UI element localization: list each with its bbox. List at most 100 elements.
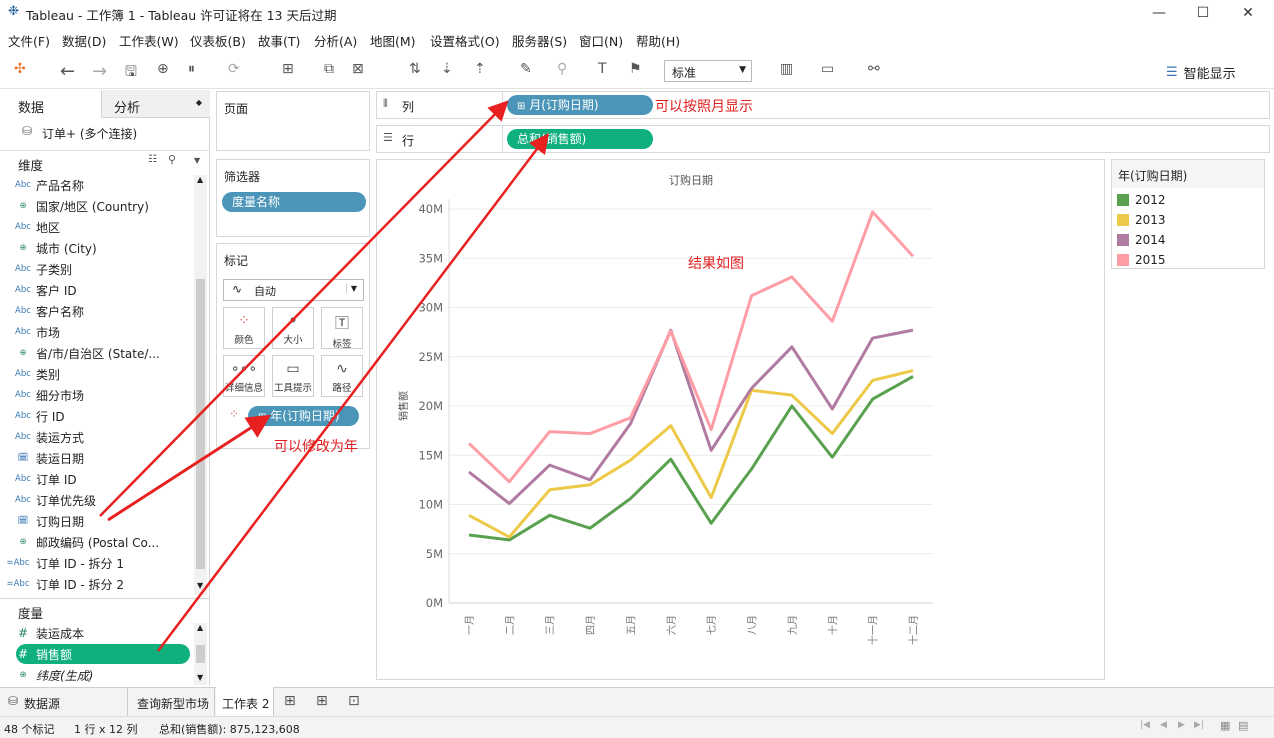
- menu-window[interactable]: 窗口(N): [579, 31, 623, 50]
- scroll-icon[interactable]: ▤: [1238, 719, 1248, 732]
- pages-card[interactable]: 页面: [216, 91, 370, 151]
- new-sheet-icon[interactable]: ⊞: [284, 693, 296, 709]
- line-chart[interactable]: 订购日期销售额 0M 5M 10M 15M 20M 25M 30M 35M 40M 一月 二月 三月 四月…: [377, 160, 1104, 679]
- highlight-icon[interactable]: ✎: [520, 61, 532, 81]
- dimension-field[interactable]: Abc 市场: [0, 322, 190, 342]
- measures-scrollbar[interactable]: ▲ ▼: [194, 623, 207, 685]
- analysis-tab[interactable]: 分析 ◆: [101, 90, 210, 118]
- grid-view-icon[interactable]: ▦: [1220, 719, 1230, 732]
- pin-icon[interactable]: ⚑: [629, 61, 642, 81]
- measure-field[interactable]: ⊕ 纬度(生成): [0, 665, 190, 685]
- dimension-field[interactable]: Abc 客户 ID: [0, 280, 190, 300]
- mark-type-select[interactable]: ∿ 自动 ▼: [223, 279, 364, 301]
- label-icon[interactable]: T: [598, 61, 607, 81]
- redo-icon[interactable]: →: [92, 61, 107, 82]
- detail-button[interactable]: ∘∘∘ 详细信息: [223, 355, 265, 397]
- dimension-field[interactable]: Abc 客户名称: [0, 301, 190, 321]
- new-datasource-icon[interactable]: ⊕: [157, 61, 169, 81]
- scroll-up-icon[interactable]: ▲: [197, 623, 203, 632]
- next-page-icon[interactable]: ▶: [1178, 720, 1185, 730]
- dimension-field[interactable]: Abc 产品名称: [0, 175, 190, 195]
- menu-dashboard[interactable]: 仪表板(B): [190, 31, 246, 50]
- data-tab[interactable]: 数据: [0, 90, 101, 118]
- menu-format[interactable]: 设置格式(O): [430, 31, 500, 50]
- dimension-field[interactable]: Abc 子类别: [0, 259, 190, 279]
- path-button[interactable]: ∿ 路径: [321, 355, 363, 397]
- undo-icon[interactable]: ←: [60, 61, 75, 82]
- legend-item[interactable]: 2014: [1112, 230, 1264, 250]
- minimize-icon[interactable]: —: [1137, 0, 1181, 26]
- fit-select[interactable]: 标准 ▼: [664, 60, 752, 82]
- size-button[interactable]: ⚬ 大小: [272, 307, 314, 349]
- show-me-button[interactable]: ☰ 智能显示: [1166, 62, 1236, 82]
- presentation-icon[interactable]: ▭: [821, 61, 834, 81]
- dimension-field[interactable]: Abc 地区: [0, 217, 190, 237]
- duplicate-sheet-icon[interactable]: ⧉: [324, 61, 334, 81]
- new-dashboard-icon[interactable]: ⊞: [316, 693, 328, 709]
- scroll-down-icon[interactable]: ▼: [197, 581, 203, 590]
- search-icon[interactable]: ⚲: [168, 153, 176, 166]
- tooltip-button[interactable]: ▭ 工具提示: [272, 355, 314, 397]
- filter-pill[interactable]: 度量名称: [222, 192, 366, 212]
- menu-file[interactable]: 文件(F): [8, 31, 50, 50]
- new-story-icon[interactable]: ⊡: [348, 693, 360, 709]
- close-icon[interactable]: ✕: [1226, 0, 1270, 26]
- scroll-up-icon[interactable]: ▲: [197, 175, 203, 184]
- share-icon[interactable]: ⚯: [868, 61, 880, 81]
- menu-analysis[interactable]: 分析(A): [314, 31, 357, 50]
- rows-pill[interactable]: 总和(销售额): [507, 129, 653, 149]
- prev-page-icon[interactable]: ◀: [1160, 720, 1167, 730]
- legend-item[interactable]: 2015: [1112, 250, 1264, 270]
- datasource-row[interactable]: ⛁ 订单+ (多个连接): [0, 122, 209, 142]
- menu-server[interactable]: 服务器(S): [512, 31, 567, 50]
- split-field[interactable]: =Abc 订单 ID - 拆分 1: [0, 553, 190, 573]
- scroll-thumb[interactable]: [196, 279, 205, 569]
- dimension-field[interactable]: Abc 装运方式: [0, 427, 190, 447]
- menu-map[interactable]: 地图(M): [370, 31, 416, 50]
- dimension-field[interactable]: Abc 细分市场: [0, 385, 190, 405]
- dimension-field[interactable]: Abc 类别: [0, 364, 190, 384]
- dimension-field[interactable]: Abc 订单优先级: [0, 490, 190, 510]
- dimension-field[interactable]: 🗓 订购日期: [0, 511, 190, 531]
- columns-pill[interactable]: ⊞ 月(订购日期): [507, 95, 653, 115]
- menu-help[interactable]: 帮助(H): [636, 31, 680, 50]
- maximize-icon[interactable]: ☐: [1181, 0, 1225, 26]
- sort-descending-icon[interactable]: ⇡: [474, 61, 486, 81]
- new-sheet-icon[interactable]: ⊞: [282, 61, 294, 81]
- color-legend[interactable]: 年(订购日期) 2012 2013 2014 2015: [1111, 159, 1265, 269]
- clear-sheet-icon[interactable]: ⊠: [352, 61, 364, 81]
- sheet-tab-query[interactable]: 查询新型市场: [129, 688, 215, 716]
- group-icon[interactable]: ⚲: [557, 61, 567, 81]
- dimension-field[interactable]: ⊕ 邮政编码 (Postal Co...: [0, 532, 190, 552]
- filters-card[interactable]: 筛选器 度量名称: [216, 159, 370, 237]
- menu-story[interactable]: 故事(T): [258, 31, 300, 50]
- last-page-icon[interactable]: ▶|: [1194, 720, 1204, 730]
- menu-data[interactable]: 数据(D): [62, 31, 106, 50]
- dimensions-scrollbar[interactable]: ▲ ▼: [194, 175, 207, 595]
- sort-ascending-icon[interactable]: ⇣: [441, 61, 453, 81]
- tableau-start-icon[interactable]: ✣: [14, 61, 26, 81]
- first-page-icon[interactable]: |◀: [1140, 720, 1150, 730]
- list-view-icon[interactable]: ☷: [148, 154, 157, 165]
- dimension-field[interactable]: ⊕ 城市 (City): [0, 238, 190, 258]
- measure-field[interactable]: # 销售额: [16, 644, 190, 664]
- datasource-tab[interactable]: ⛁ 数据源: [0, 688, 128, 716]
- scroll-down-icon[interactable]: ▼: [197, 673, 203, 682]
- menu-worksheet[interactable]: 工作表(W): [119, 31, 179, 50]
- color-button[interactable]: ⁘ 颜色: [223, 307, 265, 349]
- measure-field[interactable]: # 装运成本: [0, 623, 190, 643]
- save-icon[interactable]: 🖫: [125, 61, 137, 81]
- scroll-thumb[interactable]: [196, 645, 205, 663]
- dimension-field[interactable]: ⊕ 国家/地区 (Country): [0, 196, 190, 216]
- dimension-field[interactable]: 🗓 装运日期: [0, 448, 190, 468]
- sheet-tab-active[interactable]: 工作表 2: [216, 687, 274, 716]
- dimensions-menu-icon[interactable]: ▼: [194, 156, 200, 165]
- dimension-field[interactable]: ⊕ 省/市/自治区 (State/...: [0, 343, 190, 363]
- legend-item[interactable]: 2012: [1112, 190, 1264, 210]
- refresh-icon[interactable]: ⟳: [228, 61, 240, 81]
- swap-icon[interactable]: ⇅: [409, 61, 421, 81]
- split-field[interactable]: =Abc 订单 ID - 拆分 2: [0, 574, 190, 594]
- dimension-field[interactable]: Abc 订单 ID: [0, 469, 190, 489]
- dimension-field[interactable]: Abc 行 ID: [0, 406, 190, 426]
- label-button[interactable]: 🅃 标签: [321, 307, 363, 350]
